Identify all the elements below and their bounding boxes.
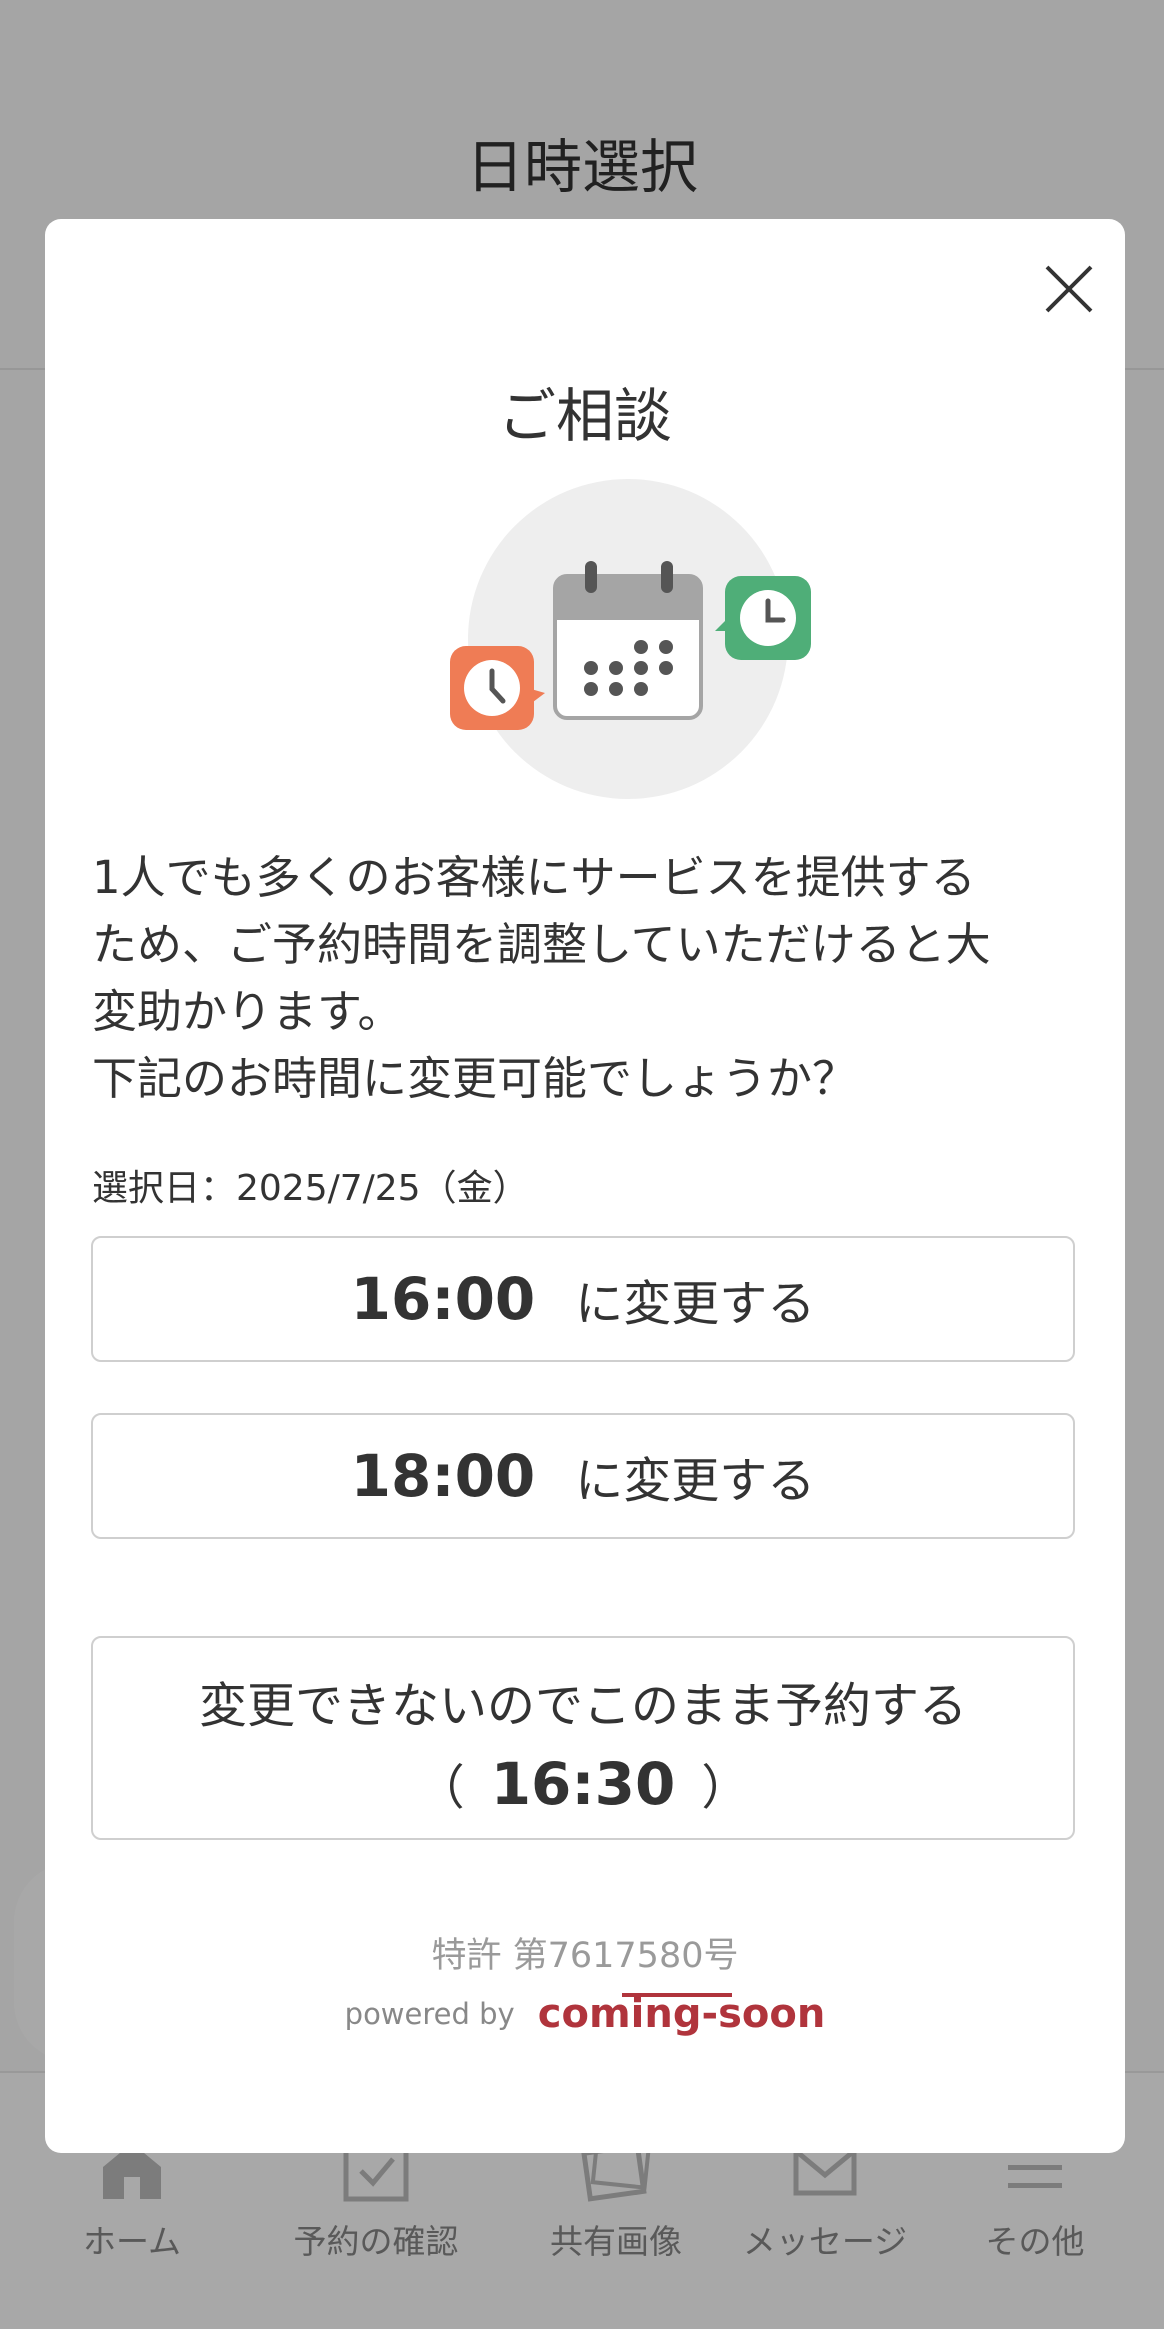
dialog-message: 1人でも多くのお客様にサービスを提供する ため、ご予約時間を調整していただけると… [92,844,1092,1112]
keep-time: 16:30 [490,1750,676,1818]
change-to-1600-button[interactable]: 16:00 に変更する [91,1236,1075,1362]
change-to-1800-button[interactable]: 18:00 に変更する [91,1413,1075,1539]
powered-by-footer: powered by coming-soon [45,1991,1125,2037]
patent-notice: 特許 第7617580号 [431,1936,739,1976]
brand-logo-bar [621,1993,732,1997]
brand-logo: coming-soon [538,1991,826,2037]
dialog-title: ご相談 [497,382,672,450]
reschedule-illustration [450,479,811,799]
keep-time-line: （ 16:30 ） [93,1748,1073,1818]
message-line: ため、ご予約時間を調整していただけると大 [92,918,991,971]
option-time: 18:00 [350,1442,536,1510]
powered-by-text: powered by [344,1997,515,2031]
message-line: 下記のお時間に変更可能でしょうか？ [92,1052,858,1105]
calendar-icon [553,561,703,720]
option-time: 16:00 [350,1265,536,1333]
clock-icon [450,646,545,730]
option-label: に変更する [575,1453,816,1509]
keep-label: 変更できないのでこのまま予約する [198,1678,967,1734]
selected-date: 選択日：2025/7/25（金） [92,1168,529,1209]
consultation-dialog: ご相談 1人でも多くのお客様にサービスを提供する ため、ご予約時間を調整していた… [45,219,1125,2153]
close-icon[interactable] [1029,249,1109,329]
brand-name: coming-soon [537,1991,826,2037]
message-line: 変助かります。 [92,985,403,1038]
message-line: 1人でも多くのお客様にサービスを提供する [92,851,976,904]
option-label: に変更する [575,1276,816,1332]
open-paren: （ [416,1760,465,1816]
clock-icon [715,576,811,660]
close-paren: ） [701,1760,750,1816]
keep-reservation-button[interactable]: 変更できないのでこのまま予約する （ 16:30 ） [91,1636,1075,1840]
